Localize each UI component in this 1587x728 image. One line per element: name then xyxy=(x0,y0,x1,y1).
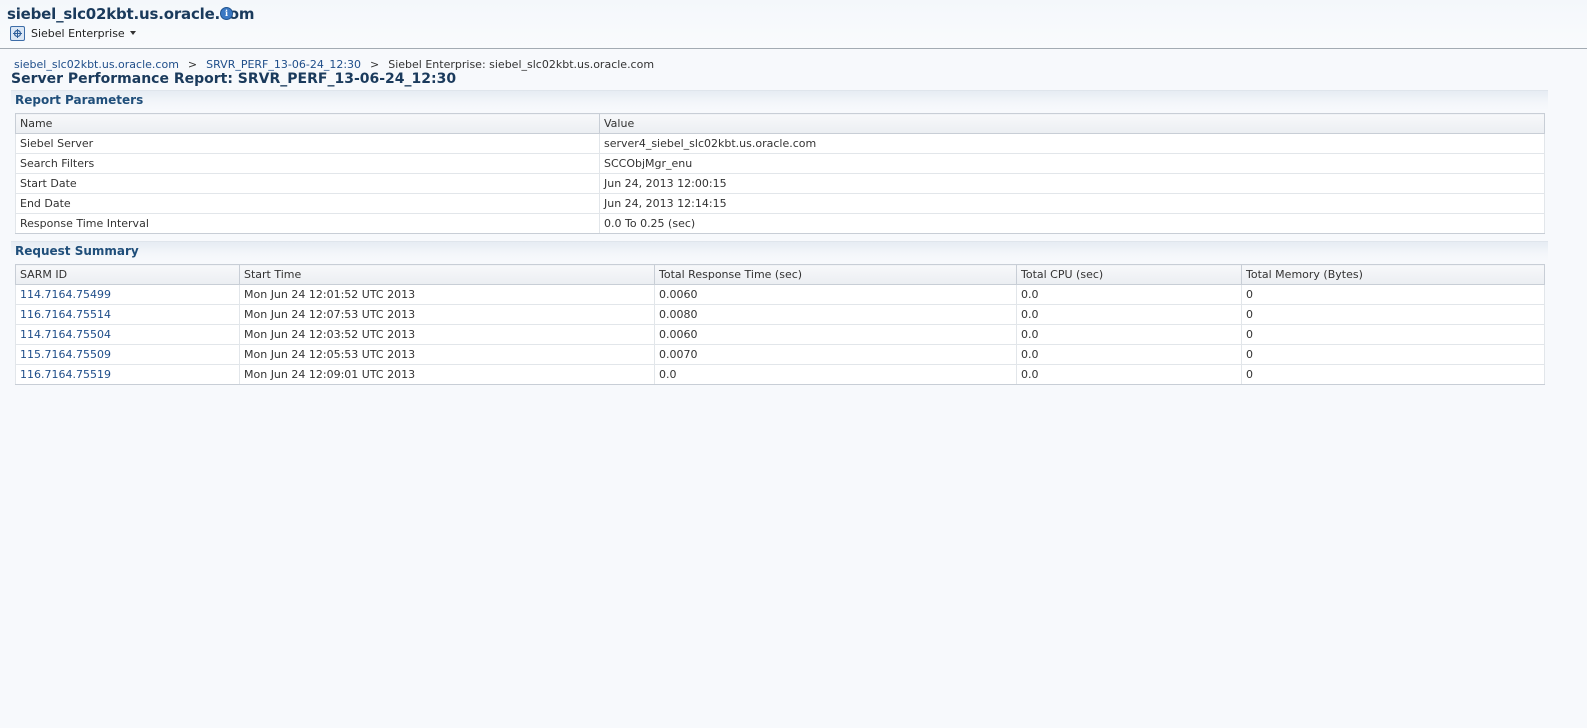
breadcrumb-separator: > xyxy=(187,58,198,71)
start-time-cell: Mon Jun 24 12:03:52 UTC 2013 xyxy=(239,324,655,345)
memory-cell: 0 xyxy=(1241,344,1545,365)
breadcrumb-link-enterprise[interactable]: siebel_slc02kbt.us.oracle.com xyxy=(14,58,179,71)
sarm-id-link[interactable]: 115.7164.75509 xyxy=(20,348,111,361)
column-header-response-time[interactable]: Total Response Time (sec) xyxy=(654,264,1017,285)
page-header: siebel_slc02kbt.us.oracle.com i Siebel E… xyxy=(0,0,1587,49)
report-parameters-table: Name Value Siebel Server server4_siebel_… xyxy=(15,113,1545,234)
request-summary-header[interactable]: Request Summary xyxy=(11,241,1548,261)
table-header-row: SARM ID Start Time Total Response Time (… xyxy=(15,264,1545,285)
param-name: End Date xyxy=(15,193,600,214)
request-summary-table: SARM ID Start Time Total Response Time (… xyxy=(15,264,1545,385)
sarm-id-cell: 116.7164.75514 xyxy=(15,304,240,325)
page-title: Server Performance Report: SRVR_PERF_13-… xyxy=(11,71,457,87)
start-time-cell: Mon Jun 24 12:07:53 UTC 2013 xyxy=(239,304,655,325)
table-row[interactable]: 114.7164.75504 Mon Jun 24 12:03:52 UTC 2… xyxy=(15,324,1545,345)
table-row[interactable]: 116.7164.75519 Mon Jun 24 12:09:01 UTC 2… xyxy=(15,364,1545,385)
param-name: Search Filters xyxy=(15,153,600,174)
column-header-sarm-id[interactable]: SARM ID xyxy=(15,264,240,285)
start-time-cell: Mon Jun 24 12:01:52 UTC 2013 xyxy=(239,284,655,305)
cpu-cell: 0.0 xyxy=(1016,364,1242,385)
sarm-id-cell: 114.7164.75504 xyxy=(15,324,240,345)
table-row[interactable]: Siebel Server server4_siebel_slc02kbt.us… xyxy=(15,133,1545,154)
param-value: server4_siebel_slc02kbt.us.oracle.com xyxy=(599,133,1545,154)
response-time-cell: 0.0060 xyxy=(654,284,1017,305)
param-value: Jun 24, 2013 12:14:15 xyxy=(599,193,1545,214)
column-header-start-time[interactable]: Start Time xyxy=(239,264,655,285)
info-icon[interactable]: i xyxy=(220,7,233,20)
response-time-cell: 0.0060 xyxy=(654,324,1017,345)
sarm-id-link[interactable]: 116.7164.75514 xyxy=(20,308,111,321)
cpu-cell: 0.0 xyxy=(1016,344,1242,365)
start-time-cell: Mon Jun 24 12:05:53 UTC 2013 xyxy=(239,344,655,365)
table-row[interactable]: End Date Jun 24, 2013 12:14:15 xyxy=(15,193,1545,214)
sarm-id-link[interactable]: 114.7164.75504 xyxy=(20,328,111,341)
table-row[interactable]: Response Time Interval 0.0 To 0.25 (sec) xyxy=(15,213,1545,234)
sarm-id-link[interactable]: 114.7164.75499 xyxy=(20,288,111,301)
table-row[interactable]: Start Date Jun 24, 2013 12:00:15 xyxy=(15,173,1545,194)
table-row[interactable]: Search Filters SCCObjMgr_enu xyxy=(15,153,1545,174)
breadcrumb: siebel_slc02kbt.us.oracle.com > SRVR_PER… xyxy=(14,58,654,71)
param-value: SCCObjMgr_enu xyxy=(599,153,1545,174)
section-title: Request Summary xyxy=(15,244,139,258)
memory-cell: 0 xyxy=(1241,284,1545,305)
sarm-id-cell: 114.7164.75499 xyxy=(15,284,240,305)
sarm-id-link[interactable]: 116.7164.75519 xyxy=(20,368,111,381)
section-title: Report Parameters xyxy=(15,93,144,107)
param-name: Start Date xyxy=(15,173,600,194)
sarm-id-cell: 115.7164.75509 xyxy=(15,344,240,365)
column-header-cpu[interactable]: Total CPU (sec) xyxy=(1016,264,1242,285)
breadcrumb-separator: > xyxy=(370,58,380,71)
param-name: Response Time Interval xyxy=(15,213,600,234)
table-row[interactable]: 114.7164.75499 Mon Jun 24 12:01:52 UTC 2… xyxy=(15,284,1545,305)
cpu-cell: 0.0 xyxy=(1016,324,1242,345)
memory-cell: 0 xyxy=(1241,304,1545,325)
column-header-value[interactable]: Value xyxy=(599,113,1545,134)
response-time-cell: 0.0 xyxy=(654,364,1017,385)
breadcrumb-current: Siebel Enterprise: siebel_slc02kbt.us.or… xyxy=(388,58,655,71)
response-time-cell: 0.0070 xyxy=(654,344,1017,365)
breadcrumb-link-report[interactable]: SRVR_PERF_13-06-24_12:30 xyxy=(206,58,361,71)
cpu-cell: 0.0 xyxy=(1016,304,1242,325)
table-row[interactable]: 116.7164.75514 Mon Jun 24 12:07:53 UTC 2… xyxy=(15,304,1545,325)
column-header-memory[interactable]: Total Memory (Bytes) xyxy=(1241,264,1545,285)
sarm-id-cell: 116.7164.75519 xyxy=(15,364,240,385)
param-value: Jun 24, 2013 12:00:15 xyxy=(599,173,1545,194)
response-time-cell: 0.0080 xyxy=(654,304,1017,325)
target-menu[interactable]: Siebel Enterprise xyxy=(10,25,136,41)
target-menu-label: Siebel Enterprise xyxy=(31,26,125,40)
memory-cell: 0 xyxy=(1241,324,1545,345)
start-time-cell: Mon Jun 24 12:09:01 UTC 2013 xyxy=(239,364,655,385)
chevron-down-icon xyxy=(129,31,136,35)
target-title: siebel_slc02kbt.us.oracle.com xyxy=(7,5,255,23)
target-icon xyxy=(10,25,25,41)
param-name: Siebel Server xyxy=(15,133,600,154)
report-parameters-header[interactable]: Report Parameters xyxy=(11,90,1548,110)
cpu-cell: 0.0 xyxy=(1016,284,1242,305)
table-header-row: Name Value xyxy=(15,113,1545,134)
column-header-name[interactable]: Name xyxy=(15,113,600,134)
param-value: 0.0 To 0.25 (sec) xyxy=(599,213,1545,234)
memory-cell: 0 xyxy=(1241,364,1545,385)
table-row[interactable]: 115.7164.75509 Mon Jun 24 12:05:53 UTC 2… xyxy=(15,344,1545,365)
